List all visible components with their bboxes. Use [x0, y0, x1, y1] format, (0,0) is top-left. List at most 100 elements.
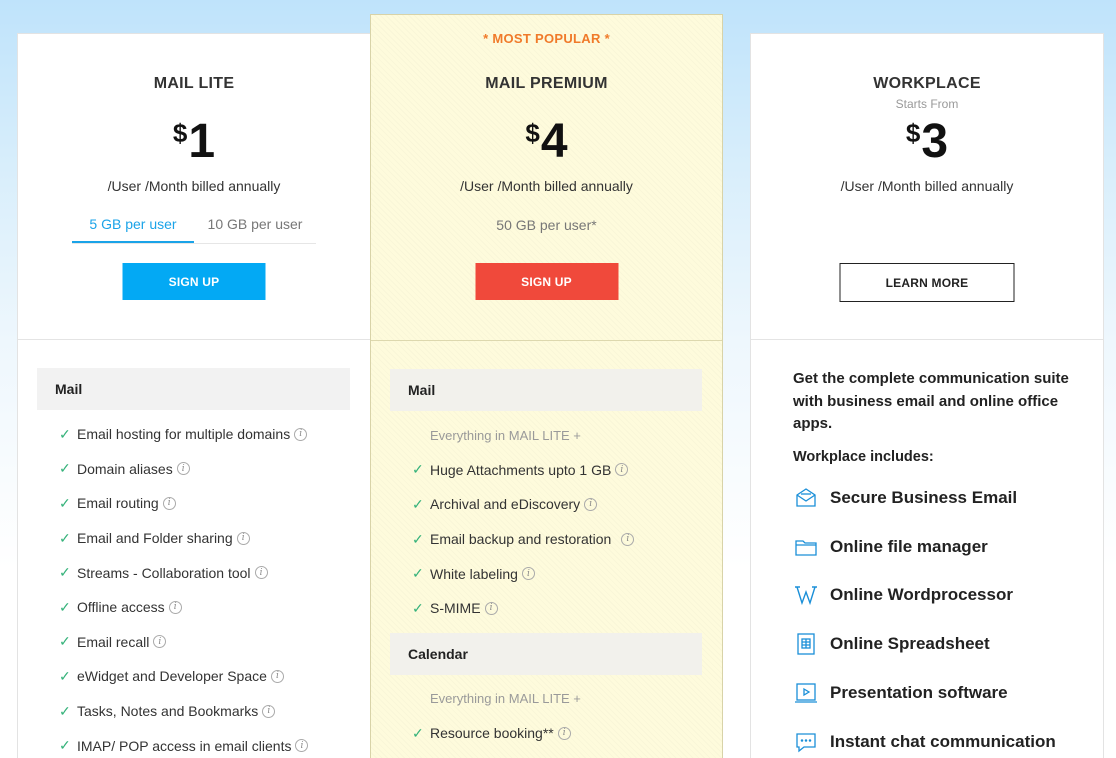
plan-features: Mail ✓ Email hosting for multiple domains… [18, 340, 370, 758]
feature-item: ✓ Email backup and restoration i [412, 522, 702, 557]
section-header-mail: Mail [390, 369, 702, 411]
info-icon[interactable]: i [557, 726, 571, 740]
check-icon: ✓ [412, 724, 424, 741]
feature-item: ✓ Email and Folder sharing i [59, 521, 350, 556]
info-icon[interactable]: i [254, 566, 268, 580]
learn-more-button[interactable]: LEARN MORE [839, 263, 1015, 302]
info-icon[interactable]: i [162, 496, 176, 510]
currency-symbol: $ [905, 118, 921, 148]
plan-name: WORKPLACE [873, 75, 981, 92]
check-icon: ✓ [412, 530, 424, 547]
check-icon: ✓ [59, 667, 71, 684]
plan-price: $ 1 [18, 114, 370, 170]
info-icon[interactable]: i [236, 531, 250, 545]
info-icon[interactable]: i [584, 497, 598, 511]
check-icon: ✓ [412, 461, 424, 478]
folder-icon [793, 534, 819, 560]
check-icon: ✓ [59, 494, 71, 511]
feature-item: ✓ Streams - Collaboration tool i [59, 555, 350, 590]
sign-up-button-premium[interactable]: SIGN UP [475, 263, 618, 300]
feature-item: ✓ Huge Attachments upto 1 GB i [412, 453, 702, 488]
chat-icon [793, 729, 819, 755]
feature-item: ✓ Email hosting for multiple domains i [59, 417, 350, 452]
info-icon[interactable]: i [521, 567, 535, 581]
app-item: Secure Business Email [793, 474, 1073, 523]
currency-symbol: $ [525, 118, 540, 148]
most-popular-badge: * MOST POPULAR * [483, 31, 610, 46]
info-icon[interactable]: i [262, 704, 276, 718]
feature-list: Everything in MAIL LITE + ✓ Huge Attachme… [390, 411, 702, 626]
info-icon[interactable]: i [294, 427, 308, 441]
plan-card-mail-lite: MAIL LITE $ 1 /User /Month billed annual… [17, 33, 371, 758]
spreadsheet-icon [793, 631, 819, 657]
billing-period: /User /Month billed annually [107, 178, 281, 194]
check-icon: ✓ [59, 598, 71, 615]
check-icon: ✓ [59, 460, 71, 477]
storage-tabs: 5 GB per user 10 GB per user [72, 208, 316, 244]
feature-item: ✓ Domain aliases i [59, 452, 350, 487]
check-icon: ✓ [412, 599, 424, 616]
check-icon: ✓ [59, 702, 71, 719]
feature-item: ✓ Archival and eDiscovery i [412, 487, 702, 522]
info-icon[interactable]: i [153, 635, 167, 649]
plan-name: MAIL LITE [153, 75, 235, 92]
app-item: Online Spreadsheet [793, 620, 1073, 669]
storage-amount: 50 GB per user* [496, 217, 597, 233]
info-icon[interactable]: i [270, 669, 284, 683]
app-item: Instant chat communication [793, 717, 1073, 758]
app-item: Online Wordprocessor [793, 571, 1073, 620]
feature-item: ✓ Email routing i [59, 486, 350, 521]
info-icon[interactable]: i [295, 739, 309, 753]
plan-card-mail-premium: * MOST POPULAR * MAIL PREMIUM $ 4 /User … [370, 14, 723, 758]
feature-item: ✓ Resource booking** i [412, 716, 702, 751]
info-icon[interactable]: i [168, 600, 182, 614]
workplace-includes-label: Workplace includes: [793, 448, 934, 465]
check-icon: ✓ [59, 737, 71, 754]
storage-tab-5gb[interactable]: 5 GB per user [72, 208, 194, 243]
check-icon: ✓ [412, 565, 424, 582]
sign-up-button-lite[interactable]: SIGN UP [122, 263, 266, 300]
storage-tab-10gb[interactable]: 10 GB per user [194, 208, 316, 243]
starts-from-label: Starts From [895, 97, 959, 111]
price-amount: 3 [921, 115, 949, 168]
check-icon: ✓ [59, 529, 71, 546]
workplace-app-list: Secure Business Email Online file manage… [793, 474, 1073, 758]
feature-list: ✓ Email hosting for multiple domains i ✓ Do… [37, 410, 350, 758]
inherit-note: Everything in MAIL LITE + [430, 691, 581, 707]
info-icon[interactable]: i [615, 463, 629, 477]
billing-period: /User /Month billed annually [460, 178, 633, 194]
feature-item: ✓ White labeling i [412, 556, 702, 591]
plan-header: * MOST POPULAR * MAIL PREMIUM $ 4 /User … [371, 15, 722, 341]
check-icon: ✓ [412, 495, 424, 512]
billing-period: /User /Month billed annually [840, 178, 1014, 194]
plan-header: WORKPLACE Starts From $ 3 /User /Month b… [751, 34, 1103, 340]
feature-item: ✓ Email recall i [59, 625, 350, 660]
presentation-icon [793, 680, 819, 706]
currency-symbol: $ [172, 118, 188, 148]
feature-item: ✓ S-MIME i [412, 591, 702, 626]
check-icon: ✓ [59, 564, 71, 581]
feature-item: ✓ Tasks, Notes and Bookmarks i [59, 694, 350, 729]
feature-item: ✓ IMAP/ POP access in email clients i [59, 728, 350, 758]
envelope-icon [793, 485, 819, 511]
plan-card-workplace: WORKPLACE Starts From $ 3 /User /Month b… [750, 33, 1104, 758]
workplace-description: Get the complete communication suite wit… [793, 370, 1069, 432]
app-item: Online file manager [793, 522, 1073, 571]
section-header-calendar: Calendar [390, 632, 702, 675]
info-icon[interactable]: i [621, 532, 635, 546]
feature-item: ✓ Offline access i [59, 590, 350, 625]
feature-item: ✓ eWidget and Developer Space i [59, 659, 350, 694]
info-icon[interactable]: i [484, 601, 498, 615]
plan-header: MAIL LITE $ 1 /User /Month billed annual… [18, 34, 370, 340]
workplace-details: Get the complete communication suite wit… [751, 340, 1103, 758]
writer-icon [793, 582, 819, 608]
check-icon: ✓ [59, 425, 71, 442]
check-icon: ✓ [59, 633, 71, 650]
plan-name: MAIL PREMIUM [485, 75, 608, 92]
app-item: Presentation software [793, 669, 1073, 718]
plan-price: $ 4 [371, 114, 722, 170]
section-header-mail: Mail [37, 368, 350, 410]
plan-features: Mail Everything in MAIL LITE + ✓ Huge Att… [371, 341, 722, 751]
info-icon[interactable]: i [176, 462, 190, 476]
price-amount: 1 [188, 115, 216, 168]
